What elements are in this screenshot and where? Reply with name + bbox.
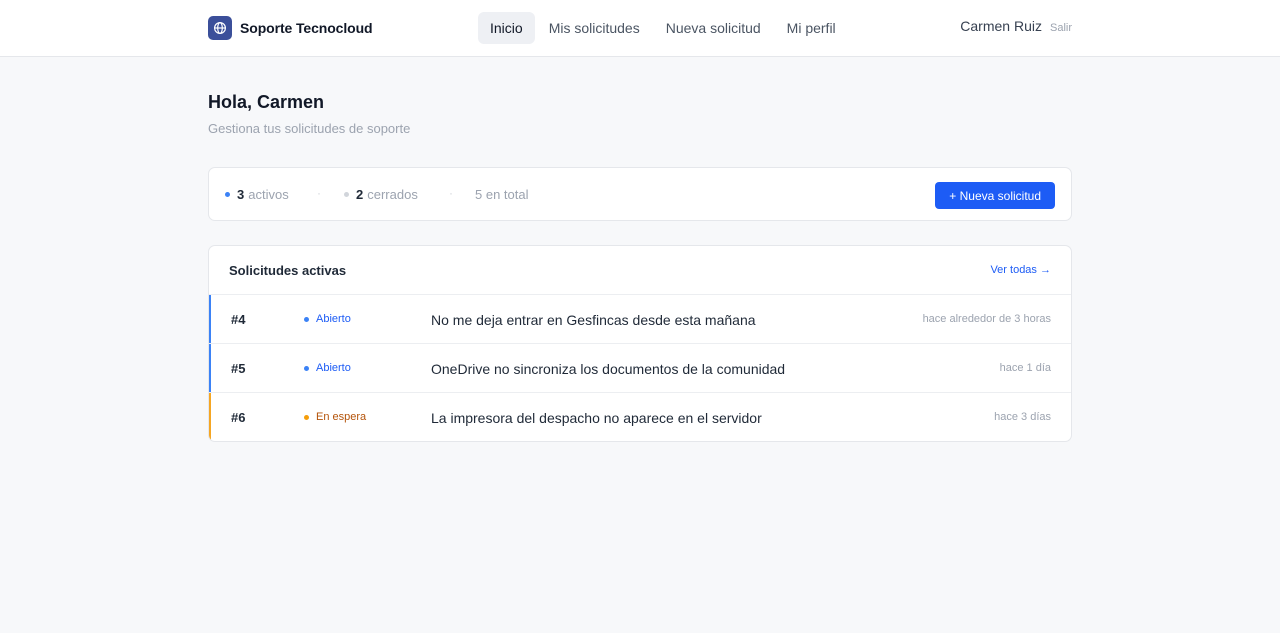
stat-separator: · [317,186,321,200]
active-requests-panel: Solicitudes activas Ver todas → #4 Abier… [208,245,1072,442]
stat-active-label: activos [248,187,289,202]
stat-closed: 2 cerrados [344,187,418,202]
user-name: Carmen Ruiz [960,18,1042,34]
panel-header: Solicitudes activas Ver todas → [209,246,1071,295]
status-label: Abierto [316,313,351,325]
row-accent-bar [209,344,211,392]
stat-closed-count: 2 [356,187,364,202]
ticket-id: #5 [231,361,246,376]
ticket-subject: No me deja entrar en Gesfincas desde est… [431,312,756,328]
ticket-time: hace alrededor de 3 horas [922,313,1051,325]
closed-dot-icon [344,192,349,197]
status-dot-icon [304,414,309,420]
stat-active: 3 activos [225,187,289,202]
row-accent-bar [209,393,211,441]
row-accent-bar [209,295,211,343]
ticket-time: hace 3 días [994,411,1051,423]
brand-name: Soporte Tecnocloud [240,20,373,36]
active-dot-icon [225,192,230,197]
new-request-button[interactable]: + Nueva solicitud [935,182,1055,209]
main-nav: Inicio Mis solicitudes Nueva solicitud M… [478,12,850,44]
nav-item-nueva-solicitud[interactable]: Nueva solicitud [654,12,773,44]
status-badge: En espera [304,411,366,423]
table-row[interactable]: #6 En espera La impresora del despacho n… [209,393,1071,441]
stat-active-count: 3 [237,187,245,202]
globe-icon [208,16,232,40]
status-label: En espera [316,411,367,423]
user-menu: Carmen Ruiz Salir [960,18,1072,34]
nav-item-mi-perfil[interactable]: Mi perfil [775,12,848,44]
view-all-link[interactable]: Ver todas → [990,264,1051,276]
top-navigation-bar: Soporte Tecnocloud Inicio Mis solicitude… [0,0,1280,57]
stats-bar: 3 activos · 2 cerrados · 5 en total + Nu… [208,167,1072,221]
stat-closed-label: cerrados [367,187,418,202]
page-subtitle: Gestiona tus solicitudes de soporte [208,121,411,136]
status-label: Abierto [316,362,351,374]
table-row[interactable]: #4 Abierto No me deja entrar en Gesfinca… [209,295,1071,344]
ticket-time: hace 1 día [999,362,1051,374]
stat-total: 5 en total [475,187,529,202]
status-badge: Abierto [304,313,351,325]
page-title: Hola, Carmen [208,92,325,112]
ticket-id: #6 [231,410,246,425]
ticket-subject: OneDrive no sincroniza los documentos de… [431,361,786,377]
status-dot-icon [304,316,309,322]
ticket-id: #4 [231,312,246,327]
table-row[interactable]: #5 Abierto OneDrive no sincroniza los do… [209,344,1071,393]
status-badge: Abierto [304,362,351,374]
nav-item-inicio[interactable]: Inicio [478,12,535,44]
brand[interactable]: Soporte Tecnocloud [208,16,373,40]
stat-separator: · [449,186,453,200]
nav-item-mis-solicitudes[interactable]: Mis solicitudes [537,12,652,44]
ticket-subject: La impresora del despacho no aparece en … [431,410,762,426]
logout-link[interactable]: Salir [1050,22,1072,34]
panel-title: Solicitudes activas [229,263,347,278]
status-dot-icon [304,365,309,371]
